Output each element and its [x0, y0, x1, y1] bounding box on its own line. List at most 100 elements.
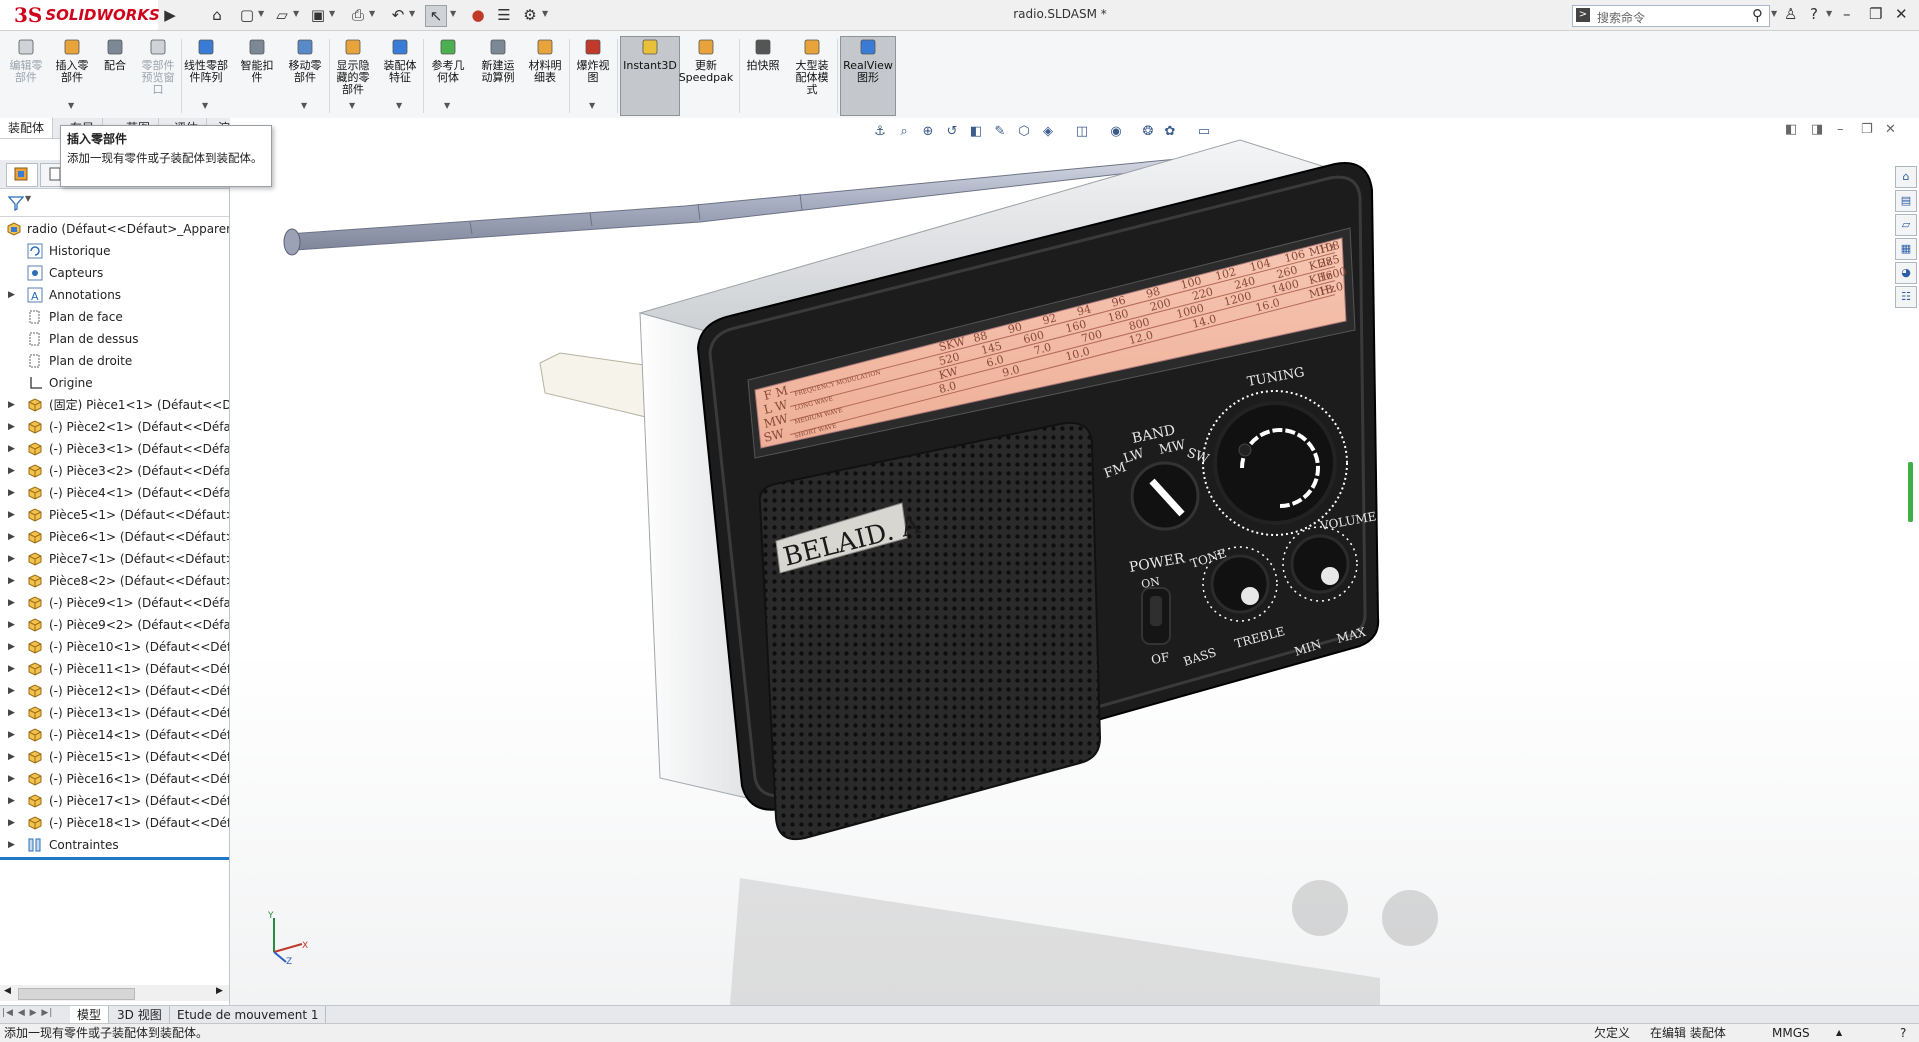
view-orientation-anchor-icon[interactable]: ⚓	[870, 122, 890, 142]
file-explorer-icon[interactable]: ▱	[1895, 214, 1917, 236]
rebuild-icon[interactable]: ●	[468, 5, 488, 25]
search-icon[interactable]: ⚲	[1752, 6, 1763, 24]
tree-item[interactable]: ▶ (-) Pièce4<1> (Défaut<<Défau	[0, 482, 229, 504]
open-dropdown-icon[interactable]: ▼	[293, 9, 299, 18]
solidworks-resources-icon[interactable]: ⌂	[1895, 166, 1917, 188]
tree-root-assembly[interactable]: radio (Défaut<<Défaut>_Apparen	[0, 218, 229, 240]
tab-scroll-arrows-icon[interactable]: |◀ ◀ ▶ ▶|	[2, 1008, 53, 1018]
featuremanager-tab[interactable]	[6, 163, 38, 187]
expand-arrow-icon[interactable]: ▶	[8, 438, 15, 460]
display-monitor-icon[interactable]: ▭	[1194, 122, 1214, 142]
component-preview-window-button[interactable]: 零部件 预览窗 口	[138, 37, 178, 96]
previous-view-icon[interactable]: ↺	[942, 122, 962, 142]
zoom-to-area-icon[interactable]: ⊕	[918, 122, 938, 142]
expand-arrow-icon[interactable]: ▶	[8, 790, 15, 812]
help-icon[interactable]: ?	[1810, 5, 1818, 23]
section-view-icon[interactable]: ◧	[966, 122, 986, 142]
help-dropdown-icon[interactable]: ▼	[1826, 9, 1832, 18]
tree-item[interactable]: Capteurs	[0, 262, 229, 284]
tree-item[interactable]: ▶ (固定) Pièce1<1> (Défaut<<Dé	[0, 394, 229, 416]
expand-arrow-icon[interactable]: ▶	[8, 834, 15, 856]
task-pane-scroll-indicator[interactable]	[1908, 462, 1913, 522]
bottom-tab-2[interactable]: 3D 视图	[110, 1006, 170, 1024]
solidworks-logo[interactable]: 3S SOLIDWORKS	[0, 0, 160, 30]
mate-button[interactable]: 配合	[98, 37, 132, 72]
reference-geometry-button[interactable]: 参考几 何体	[426, 37, 470, 84]
expand-arrow-icon[interactable]: ▶	[8, 768, 15, 790]
view-palette-icon[interactable]: ▦	[1895, 238, 1917, 260]
scroll-left-icon[interactable]: ◀	[4, 986, 11, 996]
dynamic-annotation-icon[interactable]: ✎	[990, 122, 1010, 142]
expand-arrow-icon[interactable]: ▶	[8, 614, 15, 636]
expand-arrow-icon[interactable]: ▶	[8, 482, 15, 504]
expand-arrow-icon[interactable]: ▶	[8, 658, 15, 680]
undo-icon[interactable]: ↶	[388, 5, 408, 25]
large-assembly-mode-button[interactable]: 大型装 配体模 式	[790, 37, 834, 96]
expand-arrow-icon[interactable]: ▶	[8, 548, 15, 570]
select-pointer-icon[interactable]: ↖	[425, 5, 447, 27]
new-file-icon[interactable]: ▢	[237, 5, 257, 25]
menu-expand-icon[interactable]: ▶	[160, 5, 180, 25]
scroll-right-icon[interactable]: ▶	[216, 986, 223, 996]
design-library-icon[interactable]: ▤	[1895, 190, 1917, 212]
move-component-button[interactable]: 移动零 部件	[284, 37, 326, 84]
search-input[interactable]: 搜索命令	[1597, 9, 1645, 26]
bottom-tab-1[interactable]: 模型	[70, 1006, 110, 1024]
viewport-minimize-icon[interactable]: –	[1837, 122, 1844, 137]
tree-item[interactable]: ▶ Pièce6<1> (Défaut<<Défaut>_	[0, 526, 229, 548]
new-dropdown-icon[interactable]: ▼	[258, 9, 264, 18]
insert-components-button[interactable]: 插入零 部件	[50, 37, 94, 84]
appearances-icon[interactable]: ◕	[1895, 262, 1917, 284]
expand-arrow-icon[interactable]: ▶	[8, 636, 15, 658]
undo-dropdown-icon[interactable]: ▼	[409, 9, 415, 18]
open-file-icon[interactable]: ▱	[272, 5, 292, 25]
expand-arrow-icon[interactable]: ▶	[8, 460, 15, 482]
home-icon[interactable]: ⌂	[207, 5, 227, 25]
tree-item[interactable]: ▶ Pièce5<1> (Défaut<<Défaut>_	[0, 504, 229, 526]
tree-item[interactable]: ▶ (-) Pièce2<1> (Défaut<<Défau	[0, 416, 229, 438]
tree-item[interactable]: ▶ (-) Pièce13<1> (Défaut<<Défa	[0, 702, 229, 724]
smart-fasteners-button[interactable]: 智能扣 件	[236, 37, 278, 84]
expand-arrow-icon[interactable]: ▶	[8, 680, 15, 702]
user-icon[interactable]: ♙	[1784, 5, 1797, 23]
assembly-features-dropdown-icon[interactable]: ▼	[396, 101, 402, 110]
command-search-icon[interactable]: >	[1576, 8, 1590, 22]
print-dropdown-icon[interactable]: ▼	[369, 9, 375, 18]
bottom-tab-3[interactable]: Etude de mouvement 1	[170, 1006, 327, 1024]
linear-component-pattern-dropdown-icon[interactable]: ▼	[202, 101, 208, 110]
close-window-icon[interactable]: ✕	[1895, 5, 1908, 23]
units-dropdown-icon[interactable]: ▲	[1836, 1024, 1842, 1042]
print-icon[interactable]: ⎙	[348, 5, 368, 25]
expand-arrow-icon[interactable]: ▶	[8, 284, 15, 306]
viewport-close-icon[interactable]: ✕	[1885, 122, 1896, 137]
minimize-window-icon[interactable]: –	[1843, 5, 1851, 23]
graphics-area[interactable]: F M FREQUENCY MODULATION SKW 88 90 92 94 96 98 10…	[230, 118, 1919, 1005]
band-selector-knob[interactable]	[1130, 461, 1200, 531]
restore-window-icon[interactable]: ❐	[1869, 5, 1882, 23]
viewport-split-right-icon[interactable]: ◨	[1811, 122, 1823, 137]
insert-components-dropdown-icon[interactable]: ▼	[68, 101, 74, 110]
display-style-icon[interactable]: ◈	[1038, 122, 1058, 142]
tree-item[interactable]: Historique	[0, 240, 229, 262]
filter-icon[interactable]	[8, 195, 24, 211]
power-switch[interactable]	[1141, 587, 1171, 645]
apply-scene-icon[interactable]: ❂	[1138, 122, 1158, 142]
tree-item[interactable]: ▶ (-) Pièce18<1> (Défaut<<Défa	[0, 812, 229, 834]
viewport-restore-icon[interactable]: ❐	[1861, 122, 1873, 137]
exploded-view-dropdown-icon[interactable]: ▼	[589, 101, 595, 110]
exploded-view-button[interactable]: 爆炸视 图	[572, 37, 614, 84]
expand-arrow-icon[interactable]: ▶	[8, 592, 15, 614]
edit-appearance-icon[interactable]: ◉	[1106, 122, 1126, 142]
filter-dropdown-icon[interactable]: ▼	[25, 194, 31, 203]
search-commands-box[interactable]: > 搜索命令 ⚲	[1572, 5, 1770, 27]
tree-rollback-bar[interactable]	[0, 857, 229, 860]
expand-arrow-icon[interactable]: ▶	[8, 702, 15, 724]
take-snapshot-button[interactable]: 拍快照	[744, 37, 782, 72]
status-help-icon[interactable]: ?	[1900, 1024, 1906, 1042]
tree-item[interactable]: Plan de dessus	[0, 328, 229, 350]
save-icon[interactable]: ▣	[308, 5, 328, 25]
edit-component-button[interactable]: 编辑零 部件	[6, 37, 46, 84]
tree-item[interactable]: ▶ (-) Pièce3<1> (Défaut<<Défau	[0, 438, 229, 460]
view-settings-icon[interactable]: ✿	[1160, 122, 1180, 142]
tree-item[interactable]: ▶ (-) Pièce15<1> (Défaut<<Défa	[0, 746, 229, 768]
